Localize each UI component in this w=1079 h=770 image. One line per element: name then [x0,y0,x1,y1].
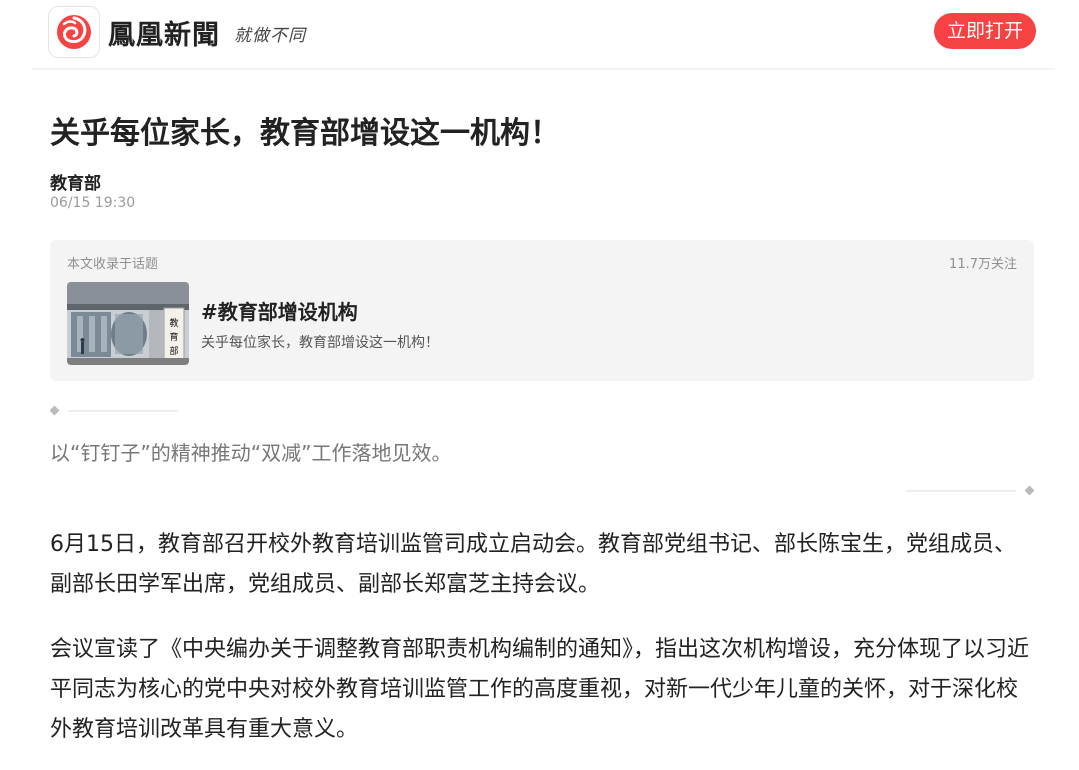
quote-divider-bottom [906,485,1035,496]
open-app-button[interactable]: 立即打开 [934,13,1036,49]
topic-thumbnail[interactable]: 教 育 部 [67,282,189,365]
article-title: 关乎每位家长，教育部增设这一机构！ [50,116,560,151]
app-header: 鳳凰新聞 就做不同 立即打开 [0,0,1079,68]
publish-time: 06/15 19:30 [50,195,136,211]
quote-divider-top [50,405,178,416]
phoenix-logo-icon [57,15,91,49]
article-summary: 以“钉钉子”的精神推动“双减”工作落地见效。 [50,441,452,465]
building-photo: 教 育 部 [67,282,189,365]
svg-text:育: 育 [169,331,178,343]
ifeng-logo[interactable] [48,6,100,58]
article-paragraph: 6月15日，教育部召开校外教育培训监管司成立启动会。教育部党组书记、部长陈宝生，… [50,532,1016,597]
topic-caption: 本文收录于话题 [67,257,159,272]
topic-followers: 11.7万关注 [949,257,1017,272]
topic-card[interactable]: 本文收录于话题 11.7万关注 教 育 部 #教育部增设机构 关乎每位家长，教育… [50,240,1034,381]
brand-slogan: 就做不同 [234,26,306,46]
topic-description: 关乎每位家长，教育部增设这一机构！ [201,335,439,351]
article-paragraph: 会议宣读了《中央编办关于调整教育部职责机构编制的通知》，指出这次机构增设，充分体… [50,637,1030,742]
svg-text:部: 部 [169,345,178,357]
article-author[interactable]: 教育部 [50,169,101,194]
topic-name[interactable]: #教育部增设机构 [201,296,358,325]
svg-text:教: 教 [169,317,178,329]
header-divider [32,68,1055,70]
brand-name: 鳳凰新聞 [108,20,220,51]
